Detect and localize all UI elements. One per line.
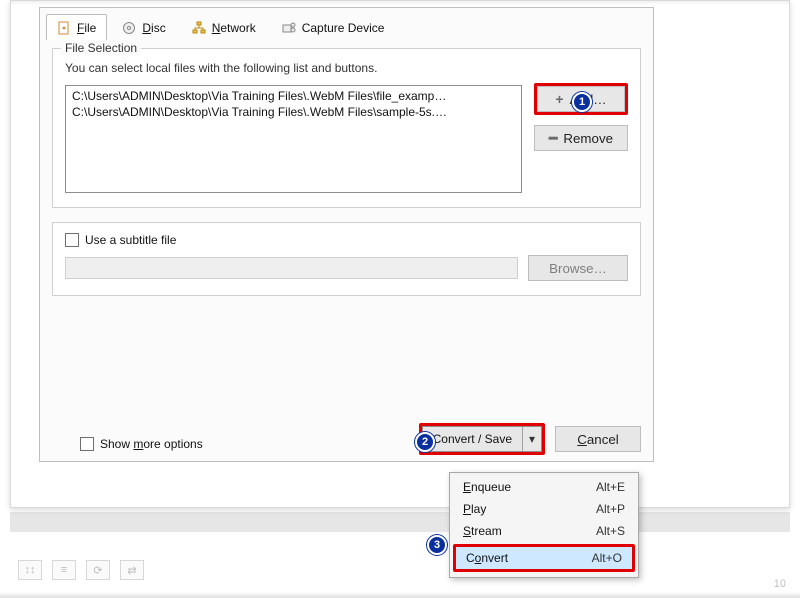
- convert-shortcut: Alt+O: [592, 551, 622, 565]
- background-strip: [10, 512, 790, 532]
- window-outer: File Disc Network Capture Device: [10, 0, 790, 508]
- tab-file[interactable]: File: [46, 14, 107, 40]
- highlight-convert-save: Convert / Save ▾: [419, 423, 545, 455]
- tab-bar: File Disc Network Capture Device: [40, 8, 653, 40]
- subtitle-checkbox[interactable]: [65, 233, 79, 247]
- convert-label: Convert: [466, 551, 508, 565]
- menu-item-convert[interactable]: Convert Alt+O: [456, 547, 632, 569]
- file-selection-legend: File Selection: [61, 41, 141, 55]
- menu-item-enqueue[interactable]: Enqueue Alt+E: [453, 476, 635, 498]
- more-options-checkbox[interactable]: [80, 437, 94, 451]
- remove-button-label: Remove: [563, 131, 613, 146]
- bg-control-icon: ≡: [52, 560, 76, 580]
- list-item[interactable]: C:\Users\ADMIN\Desktop\Via Training File…: [70, 104, 517, 120]
- tab-disc[interactable]: Disc: [111, 14, 176, 40]
- bottom-shadow: [0, 592, 800, 598]
- annotation-badge-1: 1: [572, 92, 592, 112]
- annotation-badge-2: 2: [415, 432, 435, 452]
- enqueue-label: Enqueue: [463, 480, 511, 494]
- subtitle-label: Use a subtitle file: [85, 233, 176, 247]
- play-shortcut: Alt+P: [596, 502, 625, 516]
- convert-dropdown-menu: Enqueue Alt+E Play Alt+P Stream Alt+S Co…: [449, 472, 639, 578]
- annotation-badge-3: 3: [427, 535, 447, 555]
- background-player-controls: ↕↕ ≡ ⟳ ⇄: [18, 560, 144, 580]
- list-item[interactable]: C:\Users\ADMIN\Desktop\Via Training File…: [70, 88, 517, 104]
- network-icon: [192, 21, 206, 35]
- page-number: 10: [774, 578, 786, 590]
- tab-network[interactable]: Network: [181, 14, 267, 40]
- subtitle-group: Use a subtitle file Browse…: [52, 222, 641, 296]
- tab-network-label: Network: [212, 21, 256, 35]
- disc-icon: [122, 21, 136, 35]
- convert-save-label: Convert / Save: [433, 432, 512, 446]
- play-label: Play: [463, 502, 486, 516]
- cancel-button[interactable]: Cancel: [555, 426, 641, 452]
- tab-capture[interactable]: Capture Device: [271, 14, 396, 40]
- file-selection-hint: You can select local files with the foll…: [65, 61, 628, 75]
- tab-capture-label: Capture Device: [302, 21, 385, 35]
- dialog-footer: Convert / Save ▾ Cancel: [419, 423, 641, 455]
- capture-icon: [282, 21, 296, 35]
- highlight-convert-menu: Convert Alt+O: [453, 544, 635, 572]
- bg-control-icon: ⟳: [86, 560, 110, 580]
- enqueue-shortcut: Alt+E: [596, 480, 625, 494]
- file-listbox[interactable]: C:\Users\ADMIN\Desktop\Via Training File…: [65, 85, 522, 193]
- tab-file-label: File: [77, 21, 96, 35]
- tab-disc-label: Disc: [142, 21, 165, 35]
- browse-button-label: Browse…: [549, 261, 607, 276]
- bg-control-icon: ⇄: [120, 560, 144, 580]
- menu-item-stream[interactable]: Stream Alt+S: [453, 520, 635, 542]
- file-selection-group: File Selection You can select local file…: [52, 48, 641, 208]
- remove-button[interactable]: ━ Remove: [534, 125, 628, 151]
- stream-shortcut: Alt+S: [596, 524, 625, 538]
- stream-label: Stream: [463, 524, 502, 538]
- browse-button: Browse…: [528, 255, 628, 281]
- more-options-row[interactable]: Show more options: [80, 437, 203, 451]
- cancel-label: Cancel: [577, 432, 619, 447]
- dropdown-arrow-icon[interactable]: ▾: [523, 432, 541, 446]
- subtitle-path-input: [65, 257, 518, 279]
- convert-save-button[interactable]: Convert / Save: [423, 427, 523, 451]
- open-media-dialog: File Disc Network Capture Device: [39, 7, 654, 462]
- file-icon: [57, 21, 71, 35]
- convert-save-split-button[interactable]: Convert / Save ▾: [422, 426, 542, 452]
- more-options-label: Show more options: [100, 437, 203, 451]
- bg-control-icon: ↕↕: [18, 560, 42, 580]
- menu-item-play[interactable]: Play Alt+P: [453, 498, 635, 520]
